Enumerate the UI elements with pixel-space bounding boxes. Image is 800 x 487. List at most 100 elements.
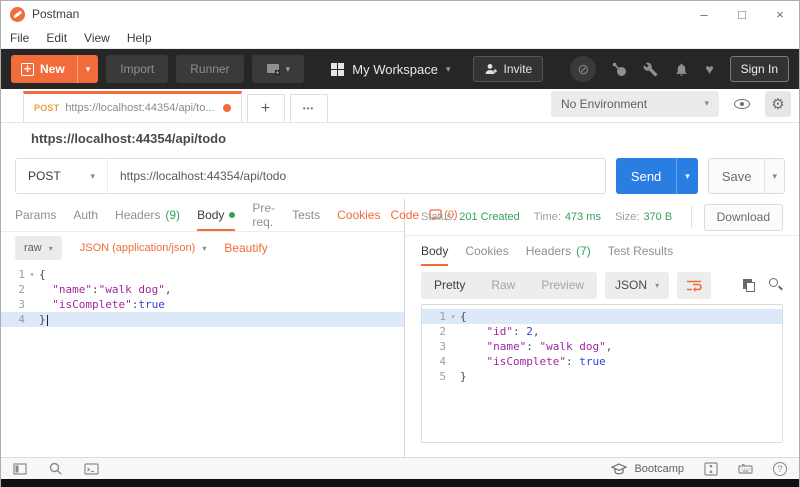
- main-toolbar: + New ▾ Import Runner ▾ My Workspace ▾ I…: [1, 49, 799, 89]
- response-view-toolbar: Pretty Raw Preview JSON ▾: [405, 266, 799, 304]
- tab-tests[interactable]: Tests: [292, 199, 320, 231]
- bootcamp-label: Bootcamp: [634, 462, 684, 475]
- save-dropdown-caret[interactable]: ▾: [764, 159, 784, 193]
- response-tab-test-results[interactable]: Test Results: [608, 236, 673, 266]
- view-mode-preview[interactable]: Preview: [528, 278, 597, 292]
- body-mode-select[interactable]: raw ▾: [15, 236, 62, 260]
- search-response-icon[interactable]: [769, 278, 783, 292]
- workspace-caret[interactable]: ▾: [446, 64, 451, 75]
- search-button[interactable]: [49, 462, 62, 475]
- toggle-sidebar-button[interactable]: [13, 462, 27, 475]
- view-mode-pretty[interactable]: Pretty: [421, 278, 478, 292]
- code-line[interactable]: 4 "isComplete": true: [422, 354, 782, 369]
- cookies-link[interactable]: Cookies: [337, 208, 380, 222]
- status-badge: Status: 201 Created: [421, 211, 520, 223]
- response-format-caret: ▾: [655, 280, 660, 290]
- tab-params[interactable]: Params: [15, 199, 56, 231]
- code-line[interactable]: 4}: [1, 312, 404, 327]
- tab-options-button[interactable]: •••: [289, 94, 328, 122]
- save-button[interactable]: Save: [708, 159, 765, 193]
- new-button[interactable]: + New ▾: [11, 55, 99, 83]
- workspace-selector[interactable]: My Workspace: [352, 62, 438, 77]
- tab-body[interactable]: Body: [197, 199, 236, 231]
- help-button[interactable]: ?: [773, 461, 787, 476]
- new-tab-button[interactable]: +: [246, 94, 285, 122]
- open-new-window-button[interactable]: ▾: [251, 55, 305, 83]
- method-caret: ▾: [90, 170, 95, 181]
- two-pane-view-button[interactable]: [704, 461, 718, 476]
- code-line[interactable]: 1 ▾{: [1, 267, 404, 282]
- wrench-icon[interactable]: [643, 62, 658, 77]
- window-plus-icon: [266, 64, 280, 75]
- tab-auth[interactable]: Auth: [73, 199, 98, 231]
- invite-button[interactable]: Invite: [472, 56, 544, 82]
- bell-icon[interactable]: [674, 62, 689, 77]
- view-mode-segmented: Pretty Raw Preview: [421, 271, 598, 299]
- menu-help[interactable]: Help: [127, 31, 152, 45]
- console-button[interactable]: [84, 462, 99, 475]
- minimize-button[interactable]: –: [685, 1, 723, 27]
- response-tab-body[interactable]: Body: [421, 236, 449, 266]
- environment-value: No Environment: [561, 96, 648, 111]
- code-line[interactable]: 1 ▾{: [422, 309, 782, 324]
- response-body-viewer[interactable]: 1 ▾{2 "id": 2, 3 "name": "walk dog", 4 "isC…: [422, 305, 782, 442]
- response-tab-headers[interactable]: Headers (7): [526, 236, 591, 266]
- code-line[interactable]: 3 "name": "walk dog",: [422, 339, 782, 354]
- sync-disabled-icon[interactable]: ⊘: [570, 56, 597, 82]
- send-button[interactable]: Send: [615, 158, 677, 194]
- response-tabs-bar: Body Cookies Headers (7) Test Results: [405, 236, 799, 266]
- time-badge: Time: 473 ms: [533, 211, 601, 223]
- wrap-lines-button[interactable]: [677, 271, 712, 299]
- url-input[interactable]: [108, 159, 605, 193]
- window-title: Postman: [32, 7, 80, 21]
- copy-response-icon[interactable]: [743, 278, 755, 292]
- workspace-grid-icon: [331, 62, 345, 76]
- method-select[interactable]: POST ▾: [16, 159, 108, 193]
- tab-body-label: Body: [197, 208, 225, 222]
- app-statusbar: Bootcamp ?: [1, 457, 799, 479]
- settings-button[interactable]: ⚙: [765, 90, 791, 117]
- response-headers-label: Headers: [525, 244, 572, 258]
- menu-file[interactable]: File: [10, 31, 29, 45]
- request-title: https://localhost:44354/api/todo: [31, 130, 227, 146]
- search-icon: [49, 462, 62, 475]
- request-body-editor[interactable]: 1 ▾{2 "name":"walk dog", 3 "isComplete":tr…: [1, 264, 404, 457]
- view-mode-raw[interactable]: Raw: [478, 278, 528, 292]
- import-button[interactable]: Import: [106, 55, 169, 83]
- new-dropdown-caret[interactable]: ▾: [76, 55, 99, 83]
- satellite-icon[interactable]: [612, 62, 627, 77]
- shortcuts-button[interactable]: [738, 463, 753, 474]
- code-line[interactable]: 5}: [422, 369, 782, 384]
- menubar: File Edit View Help: [1, 27, 799, 49]
- code-line[interactable]: 2 "name":"walk dog",: [1, 282, 404, 297]
- tab-prerequest[interactable]: Pre-req.: [252, 199, 275, 231]
- sign-in-button[interactable]: Sign In: [729, 56, 789, 82]
- gear-icon: ⚙: [771, 95, 785, 113]
- response-format-select[interactable]: JSON ▾: [605, 271, 670, 299]
- menu-view[interactable]: View: [84, 31, 110, 45]
- environment-preview-button[interactable]: [729, 91, 755, 117]
- headers-count-badge: (9): [165, 208, 181, 222]
- response-headers-count: (7): [576, 244, 591, 258]
- download-button[interactable]: Download: [703, 203, 783, 231]
- beautify-link[interactable]: Beautify: [224, 241, 267, 255]
- code-line[interactable]: 2 "id": 2,: [422, 324, 782, 339]
- runner-button[interactable]: Runner: [176, 55, 244, 83]
- request-tab[interactable]: POST https://localhost:44354/api/to...: [23, 91, 242, 122]
- environment-selector[interactable]: No Environment ▾: [551, 90, 719, 117]
- maximize-button[interactable]: □: [723, 1, 761, 27]
- bootcamp-button[interactable]: Bootcamp: [611, 463, 684, 475]
- content-type-select[interactable]: JSON (application/json) ▾: [80, 242, 207, 254]
- send-dropdown-caret[interactable]: ▾: [676, 158, 698, 194]
- split-pane-icon: [704, 461, 718, 476]
- menu-edit[interactable]: Edit: [46, 31, 67, 45]
- code-line[interactable]: 3 "isComplete":true: [1, 297, 404, 312]
- heart-icon[interactable]: ♥: [705, 61, 713, 77]
- window-bottom-edge: [1, 479, 799, 487]
- size-badge: Size: 370 B: [614, 211, 673, 223]
- close-button[interactable]: ×: [761, 1, 799, 27]
- request-panel: Params Auth Headers (9) Body Pre-req. Te…: [1, 199, 458, 457]
- response-format-value: JSON: [615, 278, 648, 292]
- response-tab-cookies[interactable]: Cookies: [465, 236, 508, 266]
- tab-headers[interactable]: Headers (9): [115, 199, 180, 231]
